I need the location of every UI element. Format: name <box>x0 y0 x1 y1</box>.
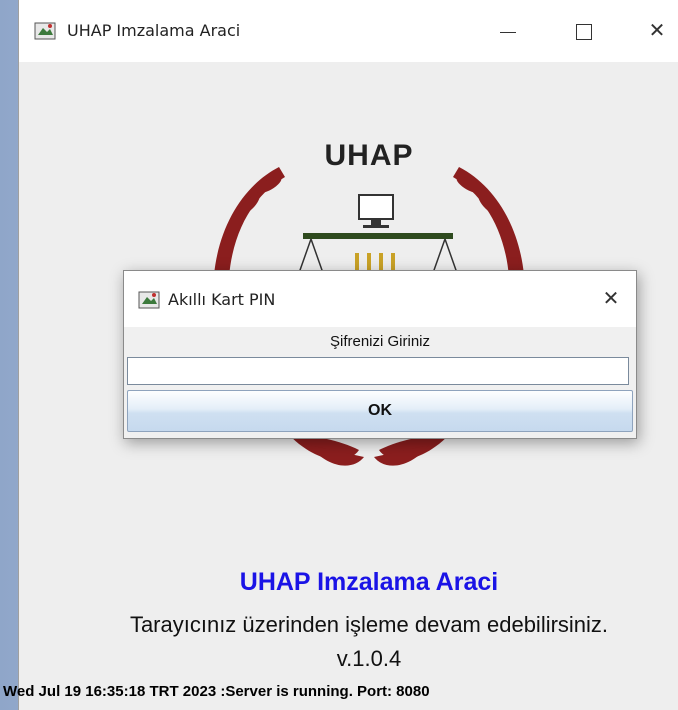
logo-text: UHAP <box>324 139 414 172</box>
monitor-icon <box>358 194 394 228</box>
minimize-icon <box>500 32 516 33</box>
close-icon: ✕ <box>602 288 620 310</box>
version-text: v.1.0.4 <box>336 646 402 671</box>
pin-prompt-label: Şifrenizi Giriniz <box>329 333 431 350</box>
scale-bar-icon <box>303 233 453 239</box>
close-button[interactable]: ✕ <box>637 14 677 48</box>
main-window: UHAP Imzalama Araci ✕ UHAP UHAP Imzalama… <box>3 0 678 710</box>
dialog-title: Akıllı Kart PIN <box>168 290 276 309</box>
dialog-app-icon <box>138 291 160 309</box>
window-titlebar[interactable]: UHAP Imzalama Araci ✕ <box>19 0 678 62</box>
window-title: UHAP Imzalama Araci <box>67 21 241 40</box>
server-status-text: Wed Jul 19 16:35:18 TRT 2023 :Server is … <box>3 683 430 700</box>
dialog-titlebar[interactable]: Akıllı Kart PIN ✕ <box>124 271 636 327</box>
subtitle-text: Tarayıcınız üzerinden işleme devam edebi… <box>129 612 609 637</box>
close-icon: ✕ <box>648 20 666 42</box>
pin-dialog: Akıllı Kart PIN ✕ Şifrenizi Giriniz OK <box>123 270 637 439</box>
maximize-button[interactable] <box>561 14 607 48</box>
maximize-icon <box>576 24 592 40</box>
dialog-close-button[interactable]: ✕ <box>594 283 628 315</box>
pin-input[interactable] <box>127 357 629 385</box>
ok-button[interactable]: OK <box>127 390 633 432</box>
app-name: UHAP Imzalama Araci <box>239 568 499 596</box>
app-icon <box>34 22 56 40</box>
minimize-button[interactable] <box>484 14 530 48</box>
